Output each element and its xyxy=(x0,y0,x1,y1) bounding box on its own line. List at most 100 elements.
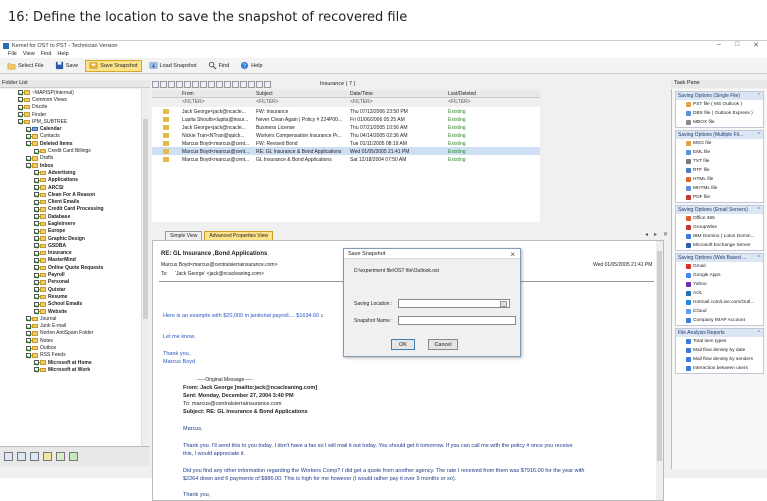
folder-tree-scrollbar[interactable] xyxy=(141,89,148,446)
folder-checkbox[interactable] xyxy=(26,133,31,139)
folder-checkbox[interactable] xyxy=(18,97,23,103)
folder-item[interactable]: Resume xyxy=(0,293,147,300)
column-icon[interactable] xyxy=(200,81,207,88)
folder-checkbox[interactable] xyxy=(34,177,39,183)
folder-item[interactable]: Inbox xyxy=(0,162,147,169)
preview-scrollbar[interactable] xyxy=(656,241,663,500)
column-icon[interactable] xyxy=(176,81,183,88)
menu-file[interactable]: File xyxy=(8,51,17,57)
folder-item[interactable]: Outbox xyxy=(0,344,147,351)
saving-location-input[interactable] xyxy=(398,299,510,308)
save-snapshot-button[interactable]: Save Snapshot xyxy=(85,59,142,72)
table-row[interactable]: Marcus Boyd<marcus@cent... FW: Revised Bo… xyxy=(152,139,540,147)
column-status[interactable]: Lost/Deleted xyxy=(448,91,476,97)
tasks-view-icon[interactable] xyxy=(43,452,52,461)
folder-checkbox[interactable] xyxy=(34,367,39,373)
column-icon[interactable] xyxy=(168,81,175,88)
column-from[interactable]: From xyxy=(182,91,194,97)
folder-item[interactable]: Website xyxy=(0,308,147,315)
task-item[interactable]: DBX file ( Outlook Express ) xyxy=(676,109,763,118)
column-icon[interactable] xyxy=(152,81,159,88)
folder-item[interactable]: Quixtar xyxy=(0,286,147,293)
task-item[interactable]: Gmail xyxy=(676,262,763,271)
column-date[interactable]: Date/Time xyxy=(350,91,373,97)
folder-checkbox[interactable] xyxy=(34,309,39,315)
folder-item[interactable]: Microsoft at Home xyxy=(0,359,147,366)
task-section-header[interactable]: Saving Options (Web Based ... ⌃ xyxy=(676,254,763,262)
column-icon[interactable] xyxy=(240,81,247,88)
folder-item[interactable]: RSS Feeds xyxy=(0,352,147,359)
column-icon[interactable] xyxy=(224,81,231,88)
select-file-button[interactable]: Select File xyxy=(3,60,48,72)
folder-item[interactable]: Notes xyxy=(0,337,147,344)
collapse-icon[interactable]: ⌃ xyxy=(757,255,761,261)
task-item[interactable]: IBM Domino ( Lotus Domin... xyxy=(676,232,763,241)
column-icon[interactable] xyxy=(192,81,199,88)
folder-item[interactable]: Personal xyxy=(0,279,147,286)
folder-checkbox[interactable] xyxy=(26,330,31,336)
task-item[interactable]: Yahoo xyxy=(676,280,763,289)
table-row[interactable]: Jack George<jack@ncacle... Business Licen… xyxy=(152,123,540,131)
close-icon[interactable]: ✕ xyxy=(663,231,668,238)
folder-checkbox[interactable] xyxy=(26,163,31,169)
menu-view[interactable]: View xyxy=(23,51,35,57)
folder-checkbox[interactable] xyxy=(34,221,39,227)
folder-item[interactable]: Journal xyxy=(0,315,147,322)
task-item[interactable]: HTML file xyxy=(676,175,763,184)
folder-checkbox[interactable] xyxy=(26,141,31,147)
folder-checkbox[interactable] xyxy=(34,206,39,212)
folder-checkbox[interactable] xyxy=(34,243,39,249)
folder-item[interactable]: Credit Card Billings xyxy=(0,147,147,154)
folder-checkbox[interactable] xyxy=(34,170,39,176)
mail-view-icon[interactable] xyxy=(4,452,13,461)
collapse-icon[interactable]: ⌃ xyxy=(757,93,761,99)
task-section-header[interactable]: Saving Options (Single File) ⌃ xyxy=(676,92,763,100)
browse-folder-icon[interactable] xyxy=(500,301,507,307)
column-icon[interactable] xyxy=(160,81,167,88)
folder-checkbox[interactable] xyxy=(26,352,31,358)
collapse-icon[interactable]: ⌃ xyxy=(757,330,761,336)
task-item[interactable]: AOL xyxy=(676,289,763,298)
task-item[interactable]: Mail flow density by date xyxy=(676,346,763,355)
folder-item[interactable]: Applications xyxy=(0,177,147,184)
task-item[interactable]: Mail flow density by senders xyxy=(676,355,763,364)
table-row[interactable]: Nickie Tran<NTran@quick... Workers Compen… xyxy=(152,131,540,139)
help-button[interactable]: ? Help xyxy=(236,60,266,72)
folder-item[interactable]: Graphic Design xyxy=(0,235,147,242)
folder-item[interactable]: School Emails xyxy=(0,301,147,308)
next-arrow-icon[interactable]: ▸ xyxy=(654,231,657,238)
contacts-view-icon[interactable] xyxy=(30,452,39,461)
folder-item[interactable]: MasterMind xyxy=(0,257,147,264)
folder-item[interactable]: Payroll xyxy=(0,271,147,278)
folder-item[interactable]: Database xyxy=(0,213,147,220)
scroll-thumb[interactable] xyxy=(143,119,148,319)
column-subject[interactable]: Subject xyxy=(256,91,273,97)
filter-status[interactable]: <FILTER> xyxy=(448,99,471,105)
cancel-button[interactable]: Cancel xyxy=(428,339,458,350)
column-icon[interactable] xyxy=(184,81,191,88)
task-item[interactable]: MHTML file xyxy=(676,184,763,193)
folder-checkbox[interactable] xyxy=(34,360,39,366)
folder-item[interactable]: Insurance xyxy=(0,250,147,257)
folder-checkbox[interactable] xyxy=(34,228,39,234)
task-item[interactable]: Google Apps xyxy=(676,271,763,280)
scroll-thumb[interactable] xyxy=(657,251,662,461)
folder-checkbox[interactable] xyxy=(18,104,23,110)
folder-checkbox[interactable] xyxy=(34,250,39,256)
task-item[interactable]: GroupWise xyxy=(676,223,763,232)
maximize-button[interactable]: □ xyxy=(735,41,739,49)
collapse-icon[interactable]: ⌃ xyxy=(757,207,761,213)
task-item[interactable]: Microsoft Exchange Server xyxy=(676,241,763,250)
folder-checkbox[interactable] xyxy=(34,214,39,220)
task-item[interactable]: Office 365 xyxy=(676,214,763,223)
folder-item[interactable]: Finder xyxy=(0,111,147,118)
task-item[interactable]: Interaction between users xyxy=(676,364,763,373)
folder-checkbox[interactable] xyxy=(34,294,39,300)
folder-item[interactable]: Eagletreerv xyxy=(0,220,147,227)
dialog-close-icon[interactable]: × xyxy=(510,250,515,259)
task-item[interactable]: TXT file xyxy=(676,157,763,166)
folder-item[interactable]: Advertising xyxy=(0,169,147,176)
folder-checkbox[interactable] xyxy=(34,265,39,271)
folder-checkbox[interactable] xyxy=(26,345,31,351)
folder-checkbox[interactable] xyxy=(34,272,39,278)
